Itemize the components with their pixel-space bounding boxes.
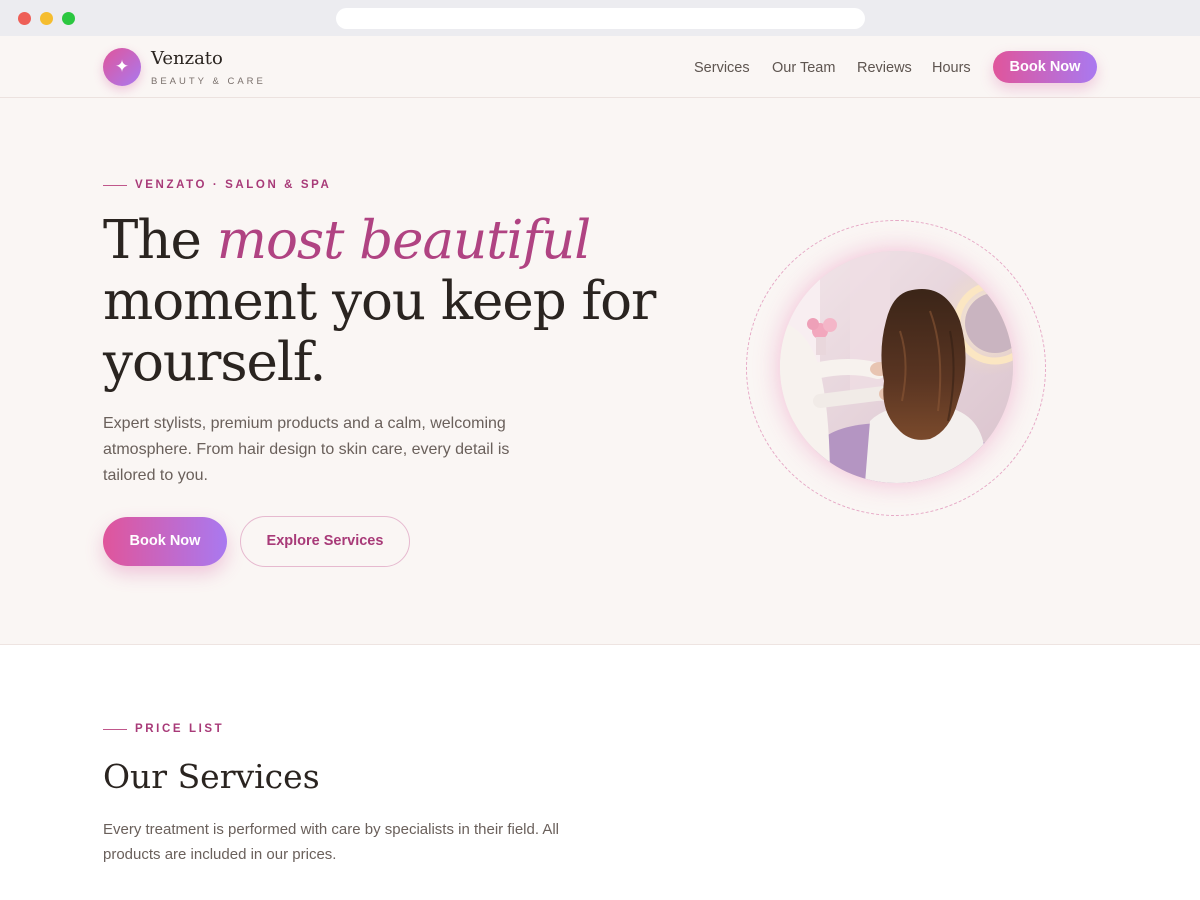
hero-title-end: moment you keep for yourself. xyxy=(103,271,656,393)
site-header: ✦ Venzato BEAUTY & CARE Services Our Tea… xyxy=(0,36,1200,98)
brand-tagline: BEAUTY & CARE xyxy=(151,76,266,87)
hero-description: Expert stylists, premium products and a … xyxy=(103,415,510,484)
nav-link-services[interactable]: Services xyxy=(694,60,750,76)
services-eyebrow: PRICE LIST xyxy=(135,723,225,735)
brand-name[interactable]: Venzato xyxy=(151,48,223,69)
services-title: Our Services xyxy=(103,757,320,796)
hero-title: The most beautiful moment you keep for y… xyxy=(103,210,663,393)
hero-book-now-button[interactable]: Book Now xyxy=(103,517,227,566)
services-section: PRICE LIST Our Services Every treatment … xyxy=(0,646,1200,900)
hero-title-accent: most beautiful xyxy=(216,210,591,271)
hero-eyebrow: VENZATO · SALON & SPA xyxy=(135,179,332,191)
window-close-button[interactable] xyxy=(18,12,31,25)
eyebrow-divider xyxy=(103,729,127,730)
salon-hero-photo xyxy=(780,251,1013,483)
hero-section: VENZATO · SALON & SPA The most beautiful… xyxy=(0,98,1200,645)
explore-services-button[interactable]: Explore Services xyxy=(240,516,410,567)
window-minimize-button[interactable] xyxy=(40,12,53,25)
window-maximize-button[interactable] xyxy=(62,12,75,25)
services-description: Every treatment is performed with care b… xyxy=(103,821,560,863)
browser-chrome xyxy=(0,0,1200,36)
salon-photo-illustration xyxy=(780,251,1013,483)
nav-link-hours[interactable]: Hours xyxy=(932,60,971,76)
eyebrow-divider xyxy=(103,185,127,186)
address-bar[interactable] xyxy=(336,8,865,29)
header-book-now-button[interactable]: Book Now xyxy=(993,51,1097,83)
hero-title-start: The xyxy=(103,210,217,271)
nav-link-reviews[interactable]: Reviews xyxy=(857,60,912,76)
sparkle-icon[interactable]: ✦ xyxy=(103,48,141,86)
nav-link-our-team[interactable]: Our Team xyxy=(772,60,835,76)
